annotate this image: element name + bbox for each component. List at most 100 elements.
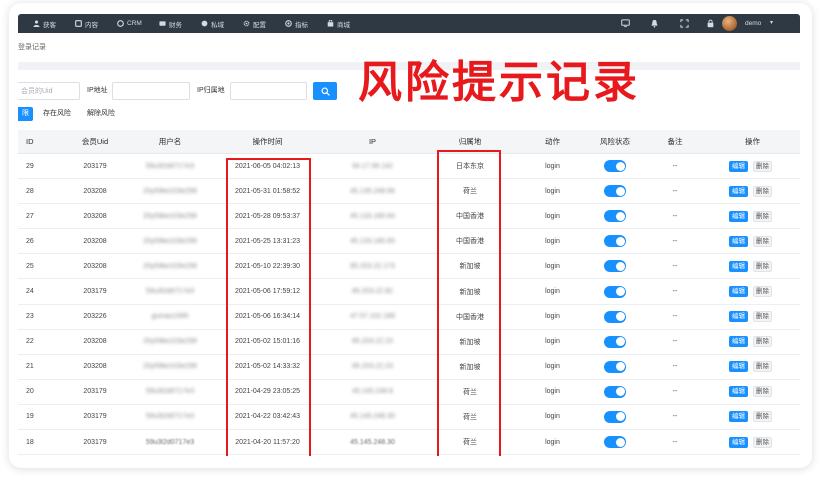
delete-button[interactable]: 删除: [753, 235, 772, 247]
cell-member-uid: 203179: [83, 388, 107, 396]
nav-item-settings[interactable]: 配置: [243, 14, 285, 33]
tab-all[interactable]: 限: [18, 107, 33, 121]
tab-risk-cleared[interactable]: 解除风险: [87, 107, 115, 121]
cell-action: login: [545, 313, 560, 321]
cell-remark: --: [672, 288, 678, 296]
cell-risk-status: [585, 210, 645, 223]
table-row: 22 203208 20y59ke103e299 2021-05-02 15:0…: [18, 329, 800, 355]
edit-button[interactable]: 编辑: [729, 336, 748, 348]
risk-status-toggle[interactable]: [604, 185, 626, 198]
delete-button[interactable]: 删除: [753, 336, 772, 348]
risk-status-toggle[interactable]: [604, 160, 626, 173]
user-name[interactable]: demo: [745, 14, 761, 33]
user-icon: [33, 20, 40, 27]
cell-action: login: [545, 262, 560, 270]
delete-button[interactable]: 删除: [753, 160, 772, 172]
nav-item-label: 配置: [253, 21, 266, 29]
lock-icon[interactable]: [706, 19, 715, 28]
search-button[interactable]: [313, 82, 337, 100]
finance-icon: [159, 21, 166, 26]
toggle-knob: [615, 362, 625, 372]
cell-id: 22: [26, 338, 34, 346]
cell-ip: 45.145.248.30: [350, 438, 395, 446]
risk-status-toggle[interactable]: [604, 335, 626, 348]
ip-location-input[interactable]: [230, 82, 307, 100]
edit-button[interactable]: 编辑: [729, 286, 748, 298]
risk-status-toggle[interactable]: [604, 436, 626, 449]
header-remark: 备注: [667, 137, 683, 146]
risk-status-toggle[interactable]: [604, 360, 626, 373]
delete-button[interactable]: 删除: [753, 286, 772, 298]
cell-member-uid: 203208: [83, 237, 107, 245]
cell-member-uid: 203226: [83, 313, 107, 321]
nav-item-finance[interactable]: 财务: [159, 14, 201, 33]
chevron-down-icon[interactable]: ▾: [770, 14, 773, 33]
cell-member-uid: 203179: [83, 438, 107, 446]
cell-operations: 编辑 删除: [705, 436, 800, 448]
cell-member-uid: 203208: [83, 363, 107, 371]
cell-ip: 85.203.22.23: [352, 363, 393, 371]
risk-status-toggle[interactable]: [604, 285, 626, 298]
bell-icon[interactable]: [650, 19, 659, 28]
delete-button[interactable]: 删除: [753, 361, 772, 373]
edit-button[interactable]: 编辑: [729, 311, 748, 323]
delete-button[interactable]: 删除: [753, 260, 772, 272]
nav-item-acquisition[interactable]: 获客: [33, 14, 75, 33]
edit-button[interactable]: 编辑: [729, 411, 748, 423]
nav-item-metrics[interactable]: 指标: [285, 14, 327, 33]
risk-status-toggle[interactable]: [604, 410, 626, 423]
delete-button[interactable]: 删除: [753, 210, 772, 222]
table-row: 18 203179 59u3l2d0717e3 2021-04-20 11:57…: [18, 430, 800, 456]
edit-button[interactable]: 编辑: [729, 386, 748, 398]
cell-operations: 编辑 删除: [705, 311, 800, 323]
delete-button[interactable]: 删除: [753, 436, 772, 448]
fullscreen-icon[interactable]: [680, 19, 689, 28]
cell-ip: 85.203.22.23: [352, 338, 393, 346]
edit-button[interactable]: 编辑: [729, 210, 748, 222]
highlight-box-operation-time: [226, 158, 311, 456]
edit-button[interactable]: 编辑: [729, 160, 748, 172]
delete-button[interactable]: 删除: [753, 185, 772, 197]
edit-button[interactable]: 编辑: [729, 185, 748, 197]
risk-status-toggle[interactable]: [604, 210, 626, 223]
cell-operations: 编辑 删除: [705, 336, 800, 348]
delete-button[interactable]: 删除: [753, 386, 772, 398]
nav-item-private-domain[interactable]: 私域: [201, 14, 243, 33]
highlight-box-location: [437, 150, 501, 456]
tab-at-risk[interactable]: 存在风险: [43, 107, 71, 121]
delete-button[interactable]: 删除: [753, 411, 772, 423]
nav-item-crm[interactable]: CRM: [117, 14, 159, 33]
cell-id: 19: [26, 413, 34, 421]
nav-item-content[interactable]: 内容: [75, 14, 117, 33]
cell-member-uid: 203179: [83, 413, 107, 421]
cell-ip: 45.133.180.65: [350, 237, 395, 245]
risk-status-toggle[interactable]: [604, 235, 626, 248]
toggle-knob: [615, 387, 625, 397]
table-row: 24 203179 59u3l2d0717e3 2021-05-06 17:59…: [18, 279, 800, 305]
delete-button[interactable]: 删除: [753, 311, 772, 323]
cell-risk-status: [585, 335, 645, 348]
ip-input[interactable]: [112, 82, 190, 100]
cell-username: 20y59ke103e299: [143, 212, 197, 220]
avatar[interactable]: [722, 16, 737, 31]
risk-status-toggle[interactable]: [604, 385, 626, 398]
cell-id: 28: [26, 187, 34, 195]
table-row: 23 203226 gumao1995 2021-05-06 16:34:14 …: [18, 304, 800, 330]
nav-item-shop[interactable]: 商城: [327, 14, 369, 33]
edit-button[interactable]: 编辑: [729, 361, 748, 373]
nav-item-label: 私域: [211, 21, 224, 29]
cell-remark: --: [672, 413, 678, 421]
edit-button[interactable]: 编辑: [729, 260, 748, 272]
risk-status-toggle[interactable]: [604, 310, 626, 323]
screen-icon[interactable]: [621, 19, 630, 28]
edit-button[interactable]: 编辑: [729, 235, 748, 247]
edit-button[interactable]: 编辑: [729, 436, 748, 448]
risk-status-toggle[interactable]: [604, 260, 626, 273]
cell-remark: --: [672, 438, 678, 446]
cell-username: 59u3l2d0717e3: [145, 288, 195, 296]
top-nav: 获客 内容 CRM 财务 私域 配置 指标 商城 demo ▾: [18, 14, 800, 33]
cell-action: login: [545, 162, 560, 170]
cell-risk-status: [585, 260, 645, 273]
member-uid-input[interactable]: [18, 82, 80, 100]
cell-ip: 45.145.248.8: [352, 388, 393, 396]
